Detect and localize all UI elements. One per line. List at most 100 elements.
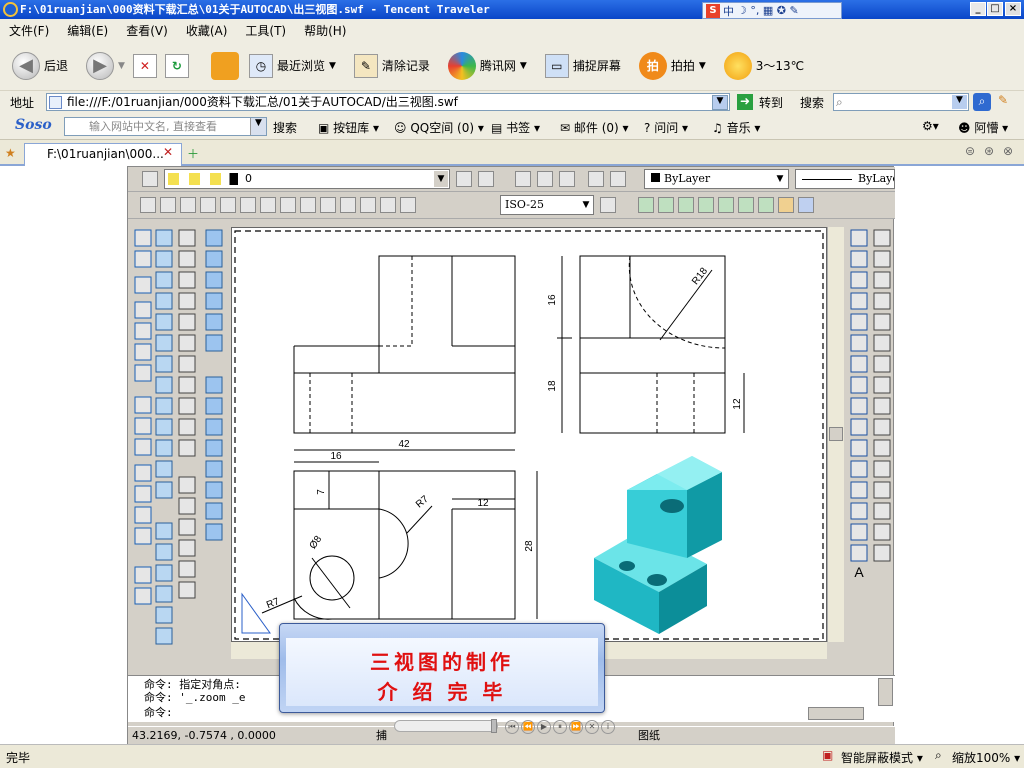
color-combo[interactable]: ByLayer	[644, 169, 789, 189]
zoom-icon[interactable]: ⌕	[935, 748, 942, 763]
background-icon[interactable]	[738, 197, 754, 213]
modeling-icons[interactable]	[176, 227, 198, 617]
block-mode-icon[interactable]: ▣	[822, 748, 833, 762]
stop-button[interactable]: ✕	[132, 53, 157, 78]
ucs-icons[interactable]	[132, 227, 154, 627]
properties-icon[interactable]	[515, 171, 531, 187]
render-icon[interactable]	[638, 197, 654, 213]
go-button[interactable]: 转到	[759, 94, 783, 111]
bookmark-menu[interactable]: ▤ 书签 ▾	[491, 119, 540, 136]
modify-icons[interactable]	[871, 227, 893, 587]
qzone-menu[interactable]: ☺ QQ空间 (0) ▾	[394, 119, 484, 136]
address-input[interactable]: file:///F:/01ruanjian/000资料下载汇总/01关于AUTO…	[46, 93, 730, 111]
search-go-icon[interactable]: ⌕	[973, 93, 991, 111]
rewind-icon[interactable]: ⏪	[521, 720, 535, 734]
rewind-start-icon[interactable]: ⏮	[505, 720, 519, 734]
paipai-button[interactable]: 拍 拍拍 ▼	[638, 51, 706, 80]
address-dropdown-icon[interactable]: ▼	[712, 95, 728, 110]
favorites-star-icon[interactable]: ★	[5, 146, 16, 160]
button-library[interactable]: ▣ 按钮库 ▾	[318, 119, 379, 136]
soso-logo[interactable]: Soso	[15, 117, 52, 133]
soso-dropdown-icon[interactable]: ▼	[250, 118, 266, 135]
dim-text-edit-icon[interactable]	[380, 197, 396, 213]
drawing-viewport[interactable]: 42 16 16 18 12 R18 7 R7 12 28 Ø8 R7	[231, 227, 827, 642]
minimize-button[interactable]: _	[970, 2, 986, 16]
clear-history-button[interactable]: ✎ 清除记录	[353, 53, 430, 78]
recent-button[interactable]: ◷ 最近浏览 ▼	[248, 53, 336, 78]
color-dropdown-icon[interactable]: ▼	[773, 171, 787, 187]
soso-search-button[interactable]: 搜索	[273, 119, 297, 136]
search-engine-input[interactable]	[833, 93, 969, 111]
tab-close-all-icon[interactable]: ⊗	[1003, 144, 1013, 158]
render-stats-icon[interactable]	[798, 197, 814, 213]
menu-view[interactable]: 查看(V)	[117, 22, 177, 39]
dim-style-icon[interactable]	[600, 197, 616, 213]
fog-icon[interactable]	[758, 197, 774, 213]
dim-linear-icon[interactable]	[140, 197, 156, 213]
dim-angular-icon[interactable]	[240, 197, 256, 213]
render-tool-icons[interactable]	[636, 196, 816, 214]
refresh-button[interactable]: ↻	[164, 53, 189, 78]
settings-gear-icon[interactable]: ⚙▾	[922, 119, 939, 133]
tab-float-icon[interactable]: ⊛	[984, 144, 994, 158]
menu-edit[interactable]: 编辑(E)	[58, 22, 117, 39]
landscape-icon[interactable]	[778, 197, 794, 213]
command-hscroll[interactable]	[808, 707, 864, 720]
info-icon[interactable]: i	[601, 720, 615, 734]
zoom-level[interactable]: 缩放100% ▾	[952, 749, 1020, 766]
dim-radius-icon[interactable]	[200, 197, 216, 213]
go-arrow-icon[interactable]: ➜	[737, 94, 753, 110]
layer-current-icon[interactable]	[456, 171, 472, 187]
dim-continue-icon[interactable]	[280, 197, 296, 213]
dim-diameter-icon[interactable]	[220, 197, 236, 213]
match-icon[interactable]	[588, 171, 604, 187]
tab-restore-icon[interactable]: ⊜	[965, 144, 975, 158]
tab-active[interactable]: F:\01ruanjian\000...	[24, 143, 182, 166]
command-scrollbar[interactable]	[878, 678, 893, 706]
close-window-button[interactable]: ×	[1005, 2, 1021, 16]
address-url[interactable]: file:///F:/01ruanjian/000资料下载汇总/01关于AUTO…	[67, 95, 458, 109]
soso-search-input[interactable]: 输入网站中文名, 直接查看	[64, 117, 267, 136]
block-icon[interactable]	[537, 171, 553, 187]
ime-toolbar[interactable]: S 中 ☽ °, ▦ ✪ ✎	[702, 2, 842, 19]
dimstyle-dropdown-icon[interactable]: ▼	[579, 197, 593, 213]
vertical-scroll-thumb[interactable]	[829, 427, 843, 441]
tab-close-icon[interactable]: ✕	[163, 145, 173, 159]
playback-progress-thumb[interactable]	[491, 719, 497, 733]
dim-tolerance-icon[interactable]	[320, 197, 336, 213]
pause-icon[interactable]: ⏸	[553, 720, 567, 734]
sogou-icon[interactable]: S	[706, 3, 720, 18]
menu-tools[interactable]: 工具(T)	[236, 22, 295, 39]
menu-favorites[interactable]: 收藏(A)	[177, 22, 237, 39]
mail-menu[interactable]: ✉ 邮件 (0) ▾	[560, 119, 629, 136]
dim-baseline-icon[interactable]	[260, 197, 276, 213]
qq-site-button[interactable]: 腾讯网 ▼	[447, 51, 527, 80]
dim-edit-icon[interactable]	[360, 197, 376, 213]
command-prompt[interactable]: 命令:	[144, 707, 173, 719]
music-menu[interactable]: ♫ 音乐 ▾	[712, 119, 760, 136]
paper-space-toggle[interactable]: 图纸	[638, 727, 660, 745]
playback-progress[interactable]	[394, 719, 498, 733]
modify-tool-icons[interactable]	[598, 196, 618, 214]
menu-file[interactable]: 文件(F)	[0, 22, 58, 39]
weather-widget[interactable]: 3～13℃	[723, 51, 804, 80]
solids-editing-icons[interactable]	[202, 227, 226, 547]
back-button[interactable]: ◀ 后退	[12, 51, 68, 80]
home-button[interactable]	[210, 51, 239, 80]
search-dropdown-icon[interactable]: ▼	[952, 95, 967, 109]
dim-aligned-icon[interactable]	[160, 197, 176, 213]
scenes-icon[interactable]	[678, 197, 694, 213]
solid-icons[interactable]	[153, 227, 175, 657]
layer-dropdown-icon[interactable]: ▼	[434, 171, 448, 187]
forward-icon[interactable]: ⏩	[569, 720, 583, 734]
mapping-icon[interactable]	[718, 197, 734, 213]
layer-manager-icon[interactable]	[142, 171, 158, 187]
layer-previous-icon[interactable]	[478, 171, 494, 187]
user-menu[interactable]: ☻ 阿懵 ▾	[958, 119, 1008, 136]
linetype-combo[interactable]: ByLaye	[795, 169, 895, 189]
materials-icon[interactable]	[698, 197, 714, 213]
new-tab-icon[interactable]: ＋	[187, 145, 199, 162]
forward-button[interactable]: ▶ ▼	[86, 51, 125, 80]
ask-menu[interactable]: ? 问问 ▾	[644, 119, 688, 136]
highlight-pen-icon[interactable]: ✎	[998, 93, 1008, 107]
